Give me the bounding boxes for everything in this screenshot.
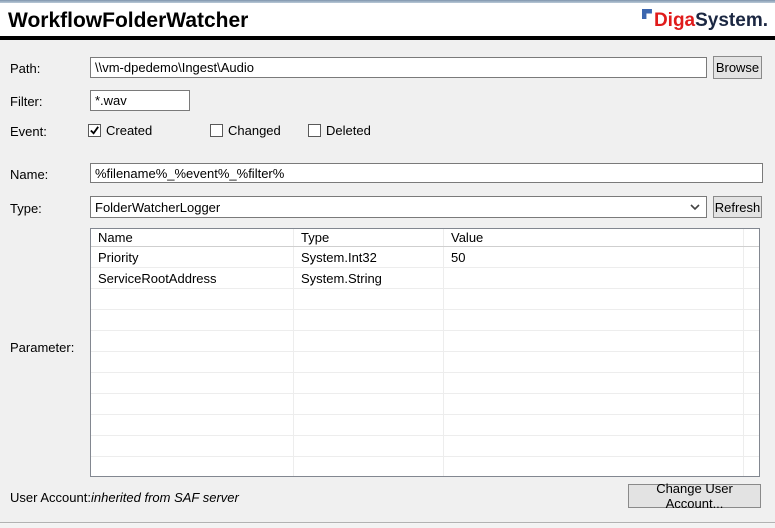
table-row[interactable] bbox=[91, 373, 759, 394]
table-row[interactable] bbox=[91, 436, 759, 457]
table-row[interactable] bbox=[91, 394, 759, 415]
page-title: WorkflowFolderWatcher bbox=[8, 9, 248, 33]
user-account-value: inherited from SAF server bbox=[91, 490, 239, 505]
table-cell[interactable] bbox=[444, 331, 744, 351]
table-cell[interactable] bbox=[91, 289, 294, 309]
checkbox-unchecked-icon[interactable] bbox=[308, 124, 321, 137]
change-user-account-button[interactable]: Change User Account... bbox=[628, 484, 761, 508]
table-cell[interactable]: System.Int32 bbox=[294, 247, 444, 267]
table-row[interactable] bbox=[91, 457, 759, 477]
parameter-table-header-row: NameTypeValue bbox=[91, 229, 759, 247]
table-cell-filler bbox=[744, 352, 759, 372]
logo-text-diga: Diga bbox=[654, 10, 695, 31]
user-account-label: User Account: bbox=[10, 490, 91, 505]
header: WorkflowFolderWatcher DigaSystem. bbox=[0, 3, 775, 36]
table-cell[interactable]: System.String bbox=[294, 268, 444, 288]
table-cell[interactable] bbox=[91, 373, 294, 393]
path-input[interactable] bbox=[90, 57, 707, 78]
event-checkbox-label: Deleted bbox=[326, 123, 371, 138]
table-cell[interactable] bbox=[444, 394, 744, 414]
table-cell[interactable] bbox=[444, 457, 744, 477]
checkbox-unchecked-icon[interactable] bbox=[210, 124, 223, 137]
table-cell[interactable] bbox=[444, 268, 744, 288]
table-cell[interactable] bbox=[444, 415, 744, 435]
table-row[interactable] bbox=[91, 289, 759, 310]
table-cell[interactable] bbox=[444, 310, 744, 330]
table-cell-filler bbox=[744, 247, 759, 267]
event-checkbox-changed[interactable]: Changed bbox=[210, 123, 281, 138]
table-cell[interactable] bbox=[91, 310, 294, 330]
table-cell-filler bbox=[744, 310, 759, 330]
table-row[interactable] bbox=[91, 352, 759, 373]
table-row[interactable] bbox=[91, 331, 759, 352]
event-checkbox-created[interactable]: Created bbox=[88, 123, 152, 138]
event-checkbox-deleted[interactable]: Deleted bbox=[308, 123, 371, 138]
table-cell[interactable] bbox=[294, 352, 444, 372]
table-cell[interactable] bbox=[444, 436, 744, 456]
table-cell-filler bbox=[744, 289, 759, 309]
table-cell-filler bbox=[744, 394, 759, 414]
table-cell[interactable] bbox=[91, 457, 294, 477]
chevron-down-icon[interactable] bbox=[684, 204, 706, 211]
table-row[interactable]: ServiceRootAddressSystem.String bbox=[91, 268, 759, 289]
workflow-folder-watcher-window: WorkflowFolderWatcher DigaSystem. Path: … bbox=[0, 0, 775, 528]
table-cell[interactable] bbox=[294, 457, 444, 477]
table-cell-filler bbox=[744, 373, 759, 393]
name-label: Name: bbox=[10, 167, 48, 182]
table-cell[interactable] bbox=[294, 310, 444, 330]
digasystem-logo: DigaSystem. bbox=[645, 10, 768, 34]
name-input[interactable] bbox=[90, 163, 763, 183]
table-cell-filler bbox=[744, 331, 759, 351]
parameter-table: NameTypeValuePrioritySystem.Int3250Servi… bbox=[90, 228, 760, 477]
table-cell[interactable] bbox=[91, 352, 294, 372]
table-cell[interactable]: ServiceRootAddress bbox=[91, 268, 294, 288]
refresh-button[interactable]: Refresh bbox=[713, 196, 762, 218]
logo-text-system: System. bbox=[695, 10, 768, 31]
table-cell[interactable] bbox=[444, 352, 744, 372]
event-label: Event: bbox=[10, 124, 47, 139]
table-row[interactable]: PrioritySystem.Int3250 bbox=[91, 247, 759, 268]
type-select[interactable]: FolderWatcherLogger bbox=[90, 196, 707, 218]
table-cell[interactable]: Priority bbox=[91, 247, 294, 267]
table-cell[interactable] bbox=[294, 331, 444, 351]
parameter-label: Parameter: bbox=[10, 340, 74, 355]
table-cell[interactable] bbox=[444, 373, 744, 393]
table-cell-filler bbox=[744, 268, 759, 288]
event-checkbox-label: Changed bbox=[228, 123, 281, 138]
table-cell[interactable] bbox=[91, 394, 294, 414]
table-cell[interactable] bbox=[91, 436, 294, 456]
table-cell[interactable] bbox=[294, 289, 444, 309]
browse-button[interactable]: Browse bbox=[713, 56, 762, 79]
filter-input[interactable] bbox=[90, 90, 190, 111]
type-selected-value: FolderWatcherLogger bbox=[91, 200, 684, 215]
table-cell[interactable] bbox=[444, 289, 744, 309]
table-cell[interactable] bbox=[91, 415, 294, 435]
type-label: Type: bbox=[10, 201, 42, 216]
table-cell[interactable] bbox=[294, 415, 444, 435]
column-header-value[interactable]: Value bbox=[444, 229, 744, 246]
title-divider-bar bbox=[0, 36, 775, 40]
checkbox-checked-icon[interactable] bbox=[88, 124, 101, 137]
column-header-filler bbox=[744, 229, 759, 246]
column-header-name[interactable]: Name bbox=[91, 229, 294, 246]
table-cell-filler bbox=[744, 457, 759, 477]
table-cell[interactable]: 50 bbox=[444, 247, 744, 267]
table-cell[interactable] bbox=[294, 373, 444, 393]
table-cell[interactable] bbox=[294, 436, 444, 456]
table-cell-filler bbox=[744, 436, 759, 456]
table-cell[interactable] bbox=[91, 331, 294, 351]
path-label: Path: bbox=[10, 61, 40, 76]
table-row[interactable] bbox=[91, 310, 759, 331]
table-cell-filler bbox=[744, 415, 759, 435]
table-row[interactable] bbox=[91, 415, 759, 436]
column-header-type[interactable]: Type bbox=[294, 229, 444, 246]
table-cell[interactable] bbox=[294, 394, 444, 414]
bottom-margin bbox=[0, 524, 775, 528]
event-checkbox-label: Created bbox=[106, 123, 152, 138]
filter-label: Filter: bbox=[10, 94, 43, 109]
